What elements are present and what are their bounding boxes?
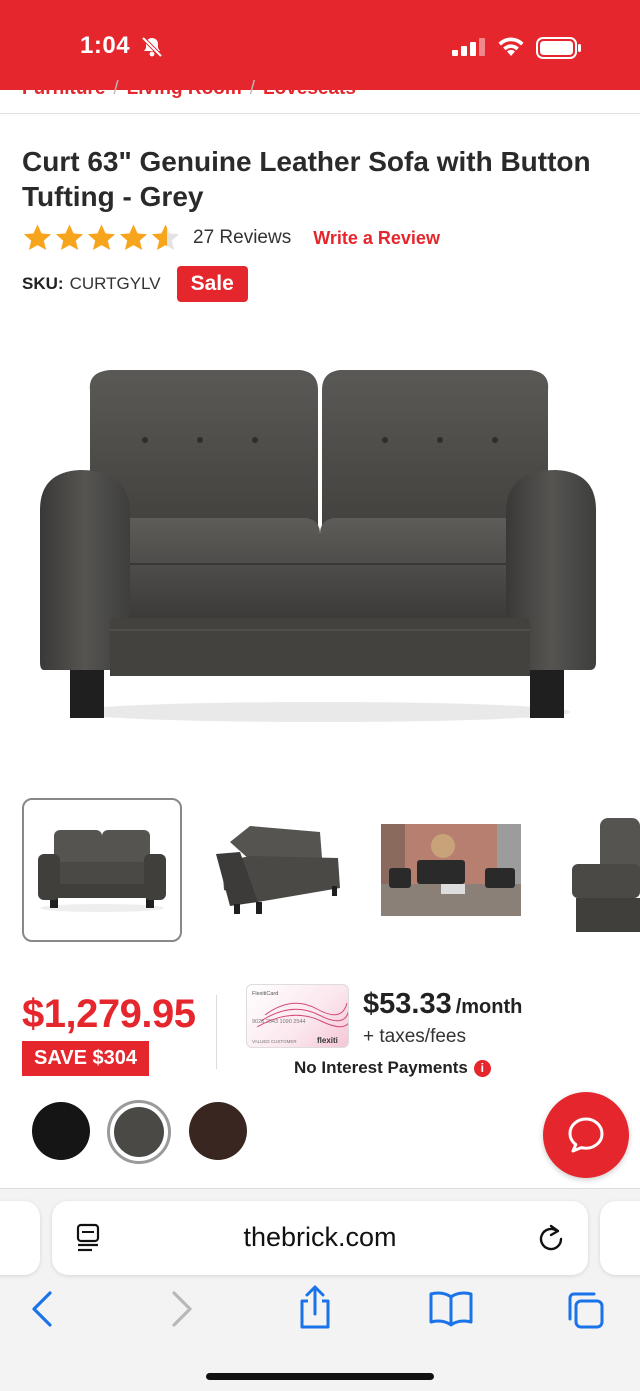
breadcrumb-separator: / bbox=[113, 78, 119, 99]
tabs-icon[interactable] bbox=[564, 1289, 606, 1336]
thumbnail-loveseat-side[interactable] bbox=[572, 798, 640, 942]
chat-bubble-icon bbox=[568, 1117, 604, 1153]
swatch-black[interactable] bbox=[32, 1102, 90, 1160]
thumbnail-room-scene[interactable] bbox=[381, 798, 521, 942]
star-icon bbox=[119, 224, 148, 251]
sale-badge: Sale bbox=[176, 266, 248, 302]
save-badge: SAVE $304 bbox=[22, 1041, 150, 1076]
breadcrumb-separator: / bbox=[249, 78, 256, 99]
taxes-note: + taxes/fees bbox=[363, 1026, 466, 1047]
price-block: $1,279.95 SAVE $304 bbox=[22, 992, 196, 1076]
status-time: 1:04 bbox=[80, 32, 131, 59]
bookmarks-icon[interactable] bbox=[428, 1289, 474, 1334]
monthly-amount: $53.33 bbox=[363, 988, 452, 1020]
swatch-grey[interactable] bbox=[114, 1107, 164, 1157]
address-bar[interactable]: thebrick.com bbox=[52, 1201, 588, 1275]
thumbnail-loveseat-front[interactable] bbox=[22, 798, 182, 942]
monthly-payment: $53.33/month bbox=[363, 988, 522, 1021]
breadcrumb: Furniture / Living Room / Loveseats bbox=[22, 78, 356, 100]
bell-muted-icon bbox=[141, 36, 163, 63]
next-tab-preview[interactable] bbox=[600, 1201, 640, 1275]
star-half-icon bbox=[151, 224, 180, 251]
breadcrumb-link-furniture[interactable]: Furniture bbox=[22, 78, 105, 100]
svg-text:VALUED CUSTOMER: VALUED CUSTOMER bbox=[252, 1039, 297, 1044]
battery-icon bbox=[536, 37, 582, 64]
svg-text:9026 2543 1090 2544: 9026 2543 1090 2544 bbox=[252, 1019, 306, 1025]
back-icon[interactable] bbox=[28, 1289, 56, 1334]
url-text: thebrick.com bbox=[243, 1222, 397, 1252]
browser-toolbar: thebrick.com bbox=[0, 1188, 640, 1391]
divider bbox=[0, 113, 640, 114]
home-indicator bbox=[206, 1373, 434, 1380]
thumbnail-loveseat-angle[interactable] bbox=[210, 798, 350, 942]
svg-text:flexiti: flexiti bbox=[317, 1036, 338, 1045]
sku-label: SKU: bbox=[22, 274, 64, 293]
breadcrumb-link-loveseats[interactable]: Loveseats bbox=[263, 78, 356, 100]
reviews-count-link[interactable]: 27 Reviews bbox=[193, 227, 291, 249]
no-interest-label: No Interest Payments bbox=[294, 1058, 468, 1077]
swatch-brown[interactable] bbox=[189, 1102, 247, 1160]
sku-row: SKU: CURTGYLV Sale bbox=[22, 265, 248, 303]
svg-text:FlexitiCard: FlexitiCard bbox=[252, 991, 278, 997]
reload-icon[interactable] bbox=[536, 1222, 566, 1259]
star-icon bbox=[23, 224, 52, 251]
forward-icon[interactable] bbox=[168, 1289, 196, 1334]
no-interest-row[interactable]: No Interest Payments i bbox=[294, 1058, 491, 1078]
rating-row: 27 Reviews Write a Review bbox=[22, 222, 440, 254]
info-icon[interactable]: i bbox=[473, 1059, 491, 1077]
chat-button[interactable] bbox=[543, 1092, 629, 1178]
previous-tab-preview[interactable] bbox=[0, 1201, 40, 1275]
cellular-signal-icon bbox=[452, 38, 486, 61]
share-icon[interactable] bbox=[296, 1285, 334, 1336]
sku-value: CURTGYLV bbox=[69, 274, 161, 293]
status-bar: 1:04 bbox=[0, 0, 640, 90]
star-icon bbox=[87, 224, 116, 251]
breadcrumb-link-living-room[interactable]: Living Room bbox=[127, 78, 242, 100]
wifi-icon bbox=[497, 36, 525, 63]
thumbnail-strip bbox=[22, 798, 640, 944]
write-review-link[interactable]: Write a Review bbox=[313, 228, 440, 249]
divider bbox=[216, 995, 217, 1069]
monthly-unit: /month bbox=[455, 996, 523, 1018]
flexiti-card-image: FlexitiCard 9026 2543 1090 2544 VALUED C… bbox=[246, 984, 349, 1048]
star-icon bbox=[55, 224, 84, 251]
product-hero-image[interactable] bbox=[30, 350, 610, 740]
product-title: Curt 63" Genuine Leather Sofa with Butto… bbox=[22, 146, 591, 212]
sale-price: $1,279.95 bbox=[22, 992, 196, 1036]
star-rating[interactable] bbox=[22, 223, 181, 253]
